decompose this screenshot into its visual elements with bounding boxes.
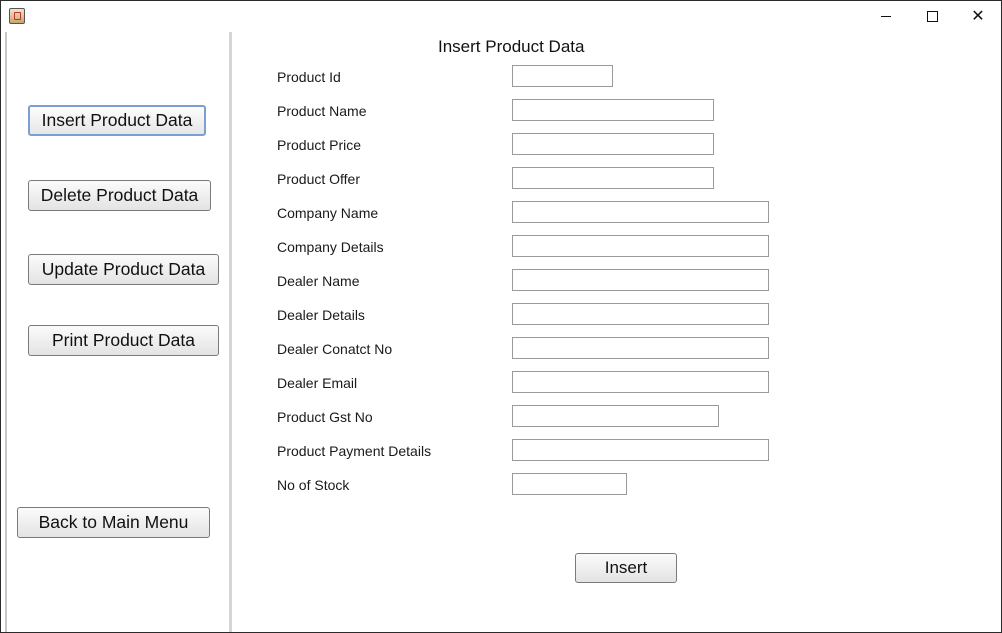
product-offer-label: Product Offer <box>277 171 361 187</box>
product-id-label: Product Id <box>277 69 341 85</box>
insert-button[interactable]: Insert <box>575 553 677 583</box>
company-details-input[interactable] <box>512 235 769 257</box>
dealer-details-label: Dealer Details <box>277 307 365 323</box>
company-details-label: Company Details <box>277 239 384 255</box>
insert-product-data-button[interactable]: Insert Product Data <box>28 105 206 136</box>
product-name-label: Product Name <box>277 103 367 119</box>
dealer-email-label: Dealer Email <box>277 375 358 391</box>
close-icon: ✕ <box>971 6 985 25</box>
java-app-icon <box>9 8 25 24</box>
application-window: ✕ Insert Product Data Delete Product Dat… <box>0 0 1002 633</box>
back-to-main-menu-button[interactable]: Back to Main Menu <box>17 507 210 538</box>
product-price-input[interactable] <box>512 133 714 155</box>
dealer-contact-no-label: Dealer Conatct No <box>277 341 393 357</box>
form-title: Insert Product Data <box>438 37 585 56</box>
dealer-name-label: Dealer Name <box>277 273 360 289</box>
company-name-input[interactable] <box>512 201 769 223</box>
insert-form-panel: Insert Product Data Product Id Product N… <box>232 32 1001 632</box>
no-of-stock-label: No of Stock <box>277 477 350 493</box>
close-button[interactable]: ✕ <box>955 1 1001 31</box>
navigation-panel: Insert Product Data Delete Product Data … <box>5 32 231 632</box>
product-id-input[interactable] <box>512 65 613 87</box>
update-product-data-button[interactable]: Update Product Data <box>28 254 219 285</box>
product-gst-no-label: Product Gst No <box>277 409 373 425</box>
print-product-data-button[interactable]: Print Product Data <box>28 325 219 356</box>
dealer-name-input[interactable] <box>512 269 769 291</box>
product-payment-details-label: Product Payment Details <box>277 443 432 459</box>
product-price-label: Product Price <box>277 137 362 153</box>
company-name-label: Company Name <box>277 205 379 221</box>
minimize-icon <box>881 15 891 17</box>
minimize-button[interactable] <box>863 1 909 31</box>
maximize-icon <box>926 10 938 22</box>
maximize-button[interactable] <box>909 1 955 31</box>
product-payment-details-input[interactable] <box>512 439 769 461</box>
title-bar: ✕ <box>1 1 1001 31</box>
delete-product-data-button[interactable]: Delete Product Data <box>28 180 211 211</box>
product-gst-no-input[interactable] <box>512 405 719 427</box>
product-name-input[interactable] <box>512 99 714 121</box>
dealer-email-input[interactable] <box>512 371 769 393</box>
no-of-stock-input[interactable] <box>512 473 627 495</box>
dealer-contact-no-input[interactable] <box>512 337 769 359</box>
product-offer-input[interactable] <box>512 167 714 189</box>
dealer-details-input[interactable] <box>512 303 769 325</box>
